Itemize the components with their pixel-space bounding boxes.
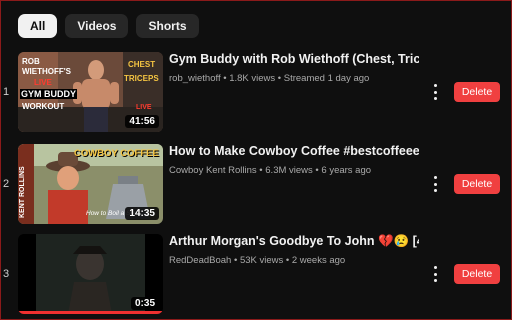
video-meta: RedDeadBoah • 53K views • 2 weeks ago [169,255,419,266]
thumb-text-workout: WORKOUT [22,102,65,111]
video-title[interactable]: Gym Buddy with Rob Wiethoff (Chest, Tric… [169,52,419,66]
thumb-side-text: KENT ROLLINS [19,166,26,218]
video-meta: Cowboy Kent Rollins • 6.3M views • 6 yea… [169,165,419,176]
thumb-text-live-2: LIVE [136,104,152,111]
duration-badge: 41:56 [125,115,159,128]
upload-date: 2 weeks ago [291,255,346,266]
video-thumbnail[interactable]: ROB WIETHOFF'S LIVE GYM BUDDY WORKOUT CH… [18,52,163,132]
thumb-text-live: LIVE [34,78,52,87]
filter-chips: All Videos Shorts [18,14,199,38]
duration-badge: 14:35 [125,207,159,220]
upload-date: Streamed 1 day ago [283,73,370,84]
video-row[interactable]: 3 0:35 Arthur Morgan's Goodbye To John 💔… [0,234,512,314]
video-index: 2 [3,178,10,190]
thumb-text-gym-buddy: GYM BUDDY [20,89,78,99]
thumb-text-wiethoffs: WIETHOFF'S [22,67,72,76]
delete-button[interactable]: Delete [454,264,500,284]
view-count: 1.8K views [229,73,276,84]
video-thumbnail[interactable]: COWBOY COFFEE KENT ROLLINS How to Boil a… [18,144,163,224]
video-index: 1 [3,86,10,98]
view-count: 6.3M views [265,165,313,176]
delete-button[interactable]: Delete [454,82,500,102]
duration-badge: 0:35 [130,297,159,310]
video-thumbnail[interactable]: 0:35 [18,234,163,314]
more-options-icon[interactable] [430,176,440,192]
thumb-banner-text: COWBOY COFFEE [74,148,159,159]
video-title[interactable]: How to Make Cowboy Coffee #bestcoffeeeve… [169,144,419,158]
more-options-icon[interactable] [430,266,440,282]
upload-date: 6 years ago [321,165,372,176]
filter-chip-videos[interactable]: Videos [65,14,129,38]
channel-name[interactable]: rob_wiethoff [169,73,221,84]
watch-progress-bar [18,311,163,314]
channel-name[interactable]: Cowboy Kent Rollins [169,165,257,176]
more-options-icon[interactable] [430,84,440,100]
channel-name[interactable]: RedDeadBoah [169,255,231,266]
delete-button[interactable]: Delete [454,174,500,194]
thumb-text-triceps: TRICEPS [124,74,159,83]
video-meta: rob_wiethoff • 1.8K views • Streamed 1 d… [169,73,419,84]
thumb-text-chest: CHEST [128,60,156,69]
filter-chip-all[interactable]: All [18,14,58,38]
video-index: 3 [3,268,10,280]
filter-chip-shorts[interactable]: Shorts [136,14,199,38]
video-title[interactable]: Arthur Morgan's Goodbye To John 💔😢 [4k] … [169,234,419,249]
view-count: 53K views [239,255,284,266]
thumb-text-rob: ROB [22,57,40,66]
video-row[interactable]: 2 COWBOY COFFEE KENT ROLLINS How to Boil… [0,144,512,224]
video-row[interactable]: 1 ROB WIETHOFF'S LIVE GYM BUDDY WORKOUT … [0,52,512,132]
